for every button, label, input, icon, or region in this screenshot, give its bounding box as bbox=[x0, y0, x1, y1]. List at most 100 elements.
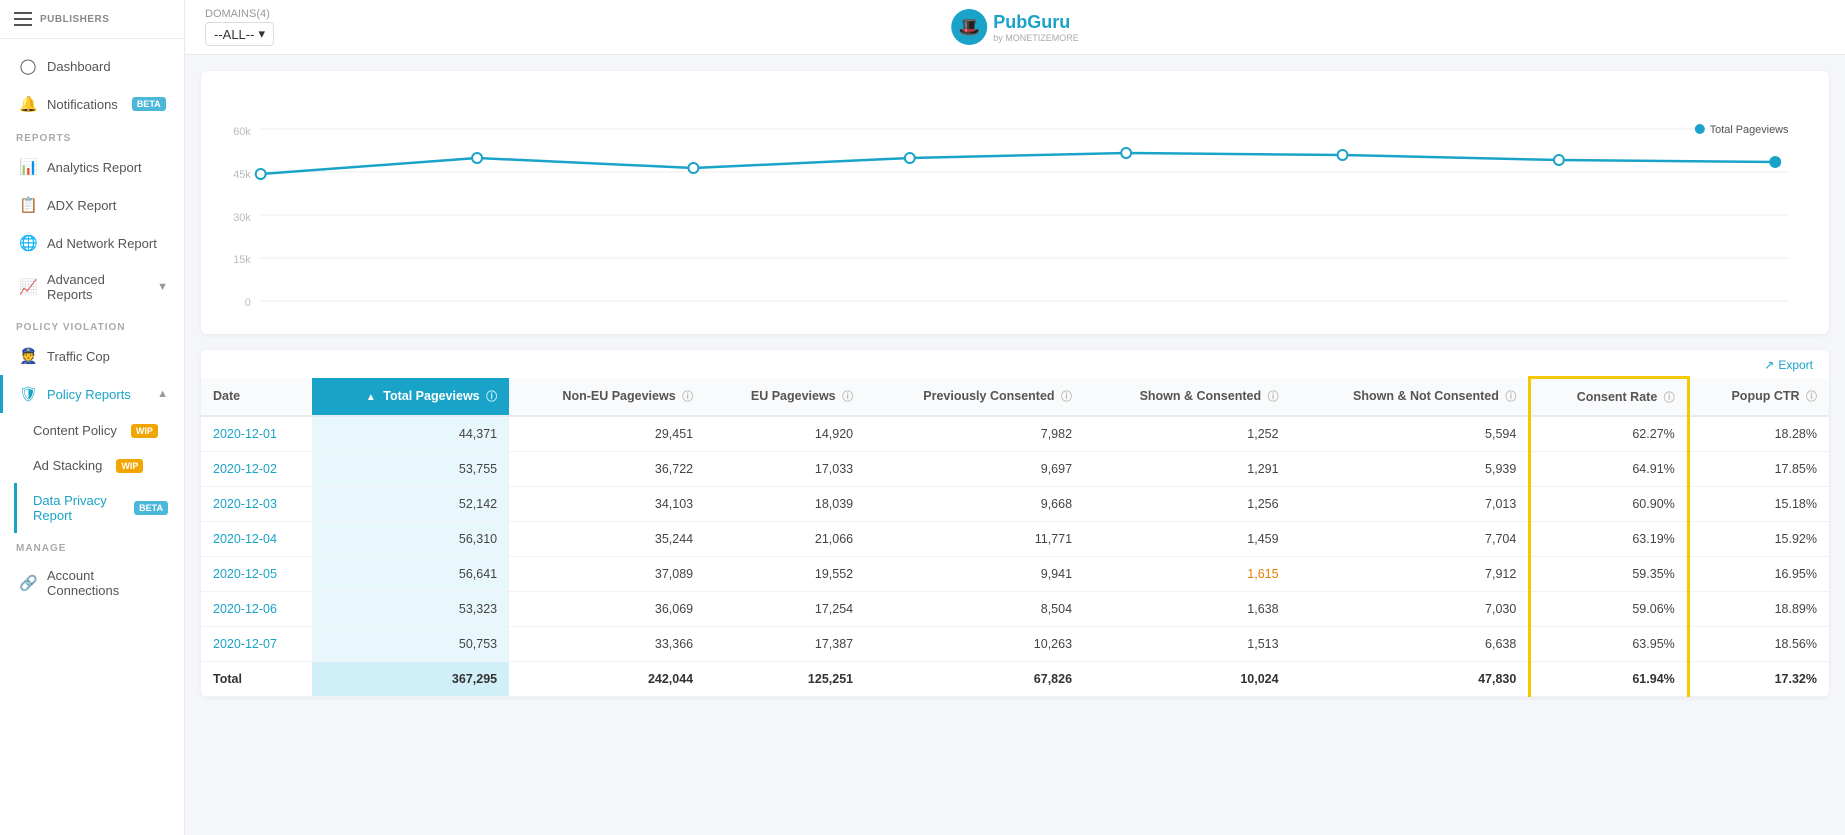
popup-ctr-cell: 15.18% bbox=[1688, 487, 1829, 522]
col-shown-not-consented[interactable]: Shown & Not Consented ⓘ bbox=[1291, 378, 1530, 417]
hamburger-menu[interactable] bbox=[14, 12, 32, 26]
consent-rate-cell: 63.19% bbox=[1530, 522, 1688, 557]
info-icon-4[interactable]: ⓘ bbox=[1061, 391, 1072, 403]
reports-section-label: REPORTS bbox=[0, 123, 184, 148]
logo-sub: by MONETIZEMORE bbox=[993, 33, 1079, 43]
sidebar-item-contentpolicy[interactable]: Content Policy WIP bbox=[14, 413, 184, 448]
bell-icon: 🔔 bbox=[19, 95, 37, 113]
sidebar-item-label: Traffic Cop bbox=[47, 349, 110, 364]
non-eu-cell: 33,366 bbox=[509, 627, 705, 662]
date-col-label: Date bbox=[213, 389, 240, 403]
table-row: 2020-12-0253,75536,72217,0339,6971,2915,… bbox=[201, 452, 1829, 487]
sidebar-item-label: Notifications bbox=[47, 97, 118, 112]
analytics-icon: 📊 bbox=[19, 158, 37, 176]
sidebar-item-accountconn[interactable]: 🔗 Account Connections bbox=[0, 558, 184, 608]
col-consent-rate[interactable]: Consent Rate ⓘ bbox=[1530, 378, 1688, 417]
sidebar-item-adnetwork[interactable]: 🌐 Ad Network Report bbox=[0, 224, 184, 262]
eu-pv-label: EU Pageviews bbox=[751, 389, 836, 403]
total-pv-cell: 50,753 bbox=[312, 627, 509, 662]
total-pv-cell: 56,641 bbox=[312, 557, 509, 592]
prev-consented-cell: 8,504 bbox=[865, 592, 1084, 627]
total-pv-label: Total Pageviews bbox=[383, 389, 479, 403]
col-prev-consented[interactable]: Previously Consented ⓘ bbox=[865, 378, 1084, 417]
topbar: DOMAINS(4) --ALL-- ▾ 🎩 PubGuru by MONETI… bbox=[185, 0, 1845, 55]
shown-not-consented-cell: 6,638 bbox=[1291, 627, 1530, 662]
col-total-pv[interactable]: ▲ Total Pageviews ⓘ bbox=[312, 378, 509, 417]
info-icon[interactable]: ⓘ bbox=[486, 391, 497, 403]
non-eu-cell: 35,244 bbox=[509, 522, 705, 557]
info-icon-8[interactable]: ⓘ bbox=[1806, 391, 1817, 403]
sidebar-item-analytics[interactable]: 📊 Analytics Report bbox=[0, 148, 184, 186]
info-icon-5[interactable]: ⓘ bbox=[1268, 391, 1279, 403]
prev-consented-cell: 9,668 bbox=[865, 487, 1084, 522]
col-shown-consented[interactable]: Shown & Consented ⓘ bbox=[1084, 378, 1291, 417]
info-icon-6[interactable]: ⓘ bbox=[1505, 391, 1516, 403]
sidebar-item-adx[interactable]: 📋 ADX Report bbox=[0, 186, 184, 224]
export-button[interactable]: ↗ Export bbox=[201, 350, 1829, 376]
date-cell: 2020-12-05 bbox=[201, 557, 312, 592]
svg-text:15k: 15k bbox=[233, 254, 251, 266]
date-cell: Total bbox=[201, 662, 312, 697]
total-pv-cell: 56,310 bbox=[312, 522, 509, 557]
eu-pv-cell: 21,066 bbox=[705, 522, 865, 557]
consent-rate-cell: 59.35% bbox=[1530, 557, 1688, 592]
sidebar-item-dashboard[interactable]: ◯ Dashboard bbox=[0, 47, 184, 85]
sidebar-item-label: Analytics Report bbox=[47, 160, 142, 175]
popup-ctr-cell: 17.85% bbox=[1688, 452, 1829, 487]
shown-consented-cell: 1,615 bbox=[1084, 557, 1291, 592]
popup-ctr-cell: 17.32% bbox=[1688, 662, 1829, 697]
non-eu-cell: 34,103 bbox=[509, 487, 705, 522]
info-icon-3[interactable]: ⓘ bbox=[842, 391, 853, 403]
domains-label: DOMAINS(4) bbox=[205, 8, 274, 20]
col-non-eu[interactable]: Non-EU Pageviews ⓘ bbox=[509, 378, 705, 417]
sidebar-item-policyreports[interactable]: 🛡 Policy Reports ▲ bbox=[0, 375, 184, 413]
wip-badge: WIP bbox=[131, 424, 158, 438]
prev-consented-label: Previously Consented bbox=[923, 389, 1054, 403]
eu-pv-cell: 18,039 bbox=[705, 487, 865, 522]
total-pv-cell: 367,295 bbox=[312, 662, 509, 697]
prev-consented-cell: 9,697 bbox=[865, 452, 1084, 487]
info-icon-7[interactable]: ⓘ bbox=[1664, 392, 1675, 404]
shown-not-consented-cell: 7,013 bbox=[1291, 487, 1530, 522]
col-eu-pv[interactable]: EU Pageviews ⓘ bbox=[705, 378, 865, 417]
prev-consented-cell: 11,771 bbox=[865, 522, 1084, 557]
sidebar-item-advanced[interactable]: 📈 Advanced Reports ▼ bbox=[0, 262, 184, 312]
date-cell: 2020-12-07 bbox=[201, 627, 312, 662]
svg-text:30k: 30k bbox=[233, 212, 251, 224]
adnetwork-icon: 🌐 bbox=[19, 234, 37, 252]
table-row: 2020-12-0556,64137,08919,5529,9411,6157,… bbox=[201, 557, 1829, 592]
sidebar-item-adstacking[interactable]: Ad Stacking WIP bbox=[14, 448, 184, 483]
prev-consented-cell: 7,982 bbox=[865, 416, 1084, 452]
total-pv-cell: 53,323 bbox=[312, 592, 509, 627]
data-table-container: ↗ Export Date ▲ Total Pageviews ⓘ bbox=[201, 350, 1829, 697]
export-label: Export bbox=[1778, 358, 1813, 372]
shown-consented-cell: 10,024 bbox=[1084, 662, 1291, 697]
svg-text:45k: 45k bbox=[233, 169, 251, 181]
non-eu-cell: 36,069 bbox=[509, 592, 705, 627]
table-row: 2020-12-0352,14234,10318,0399,6681,2567,… bbox=[201, 487, 1829, 522]
consent-rate-cell: 63.95% bbox=[1530, 627, 1688, 662]
shown-not-consented-cell: 7,912 bbox=[1291, 557, 1530, 592]
table-row: 2020-12-0653,32336,06917,2548,5041,6387,… bbox=[201, 592, 1829, 627]
total-pv-cell: 44,371 bbox=[312, 416, 509, 452]
sidebar-item-trafficcop[interactable]: 👮 Traffic Cop bbox=[0, 337, 184, 375]
eu-pv-cell: 14,920 bbox=[705, 416, 865, 452]
non-eu-label: Non-EU Pageviews bbox=[562, 389, 675, 403]
dashboard-icon: ◯ bbox=[19, 57, 37, 75]
prev-consented-cell: 9,941 bbox=[865, 557, 1084, 592]
sidebar-item-dataprivacy[interactable]: Data Privacy Report BETA bbox=[14, 483, 184, 533]
domain-dropdown[interactable]: --ALL-- ▾ bbox=[205, 22, 274, 46]
shown-not-consented-cell: 7,704 bbox=[1291, 522, 1530, 557]
table-row: Total367,295242,044125,25167,82610,02447… bbox=[201, 662, 1829, 697]
sidebar-item-label: Ad Network Report bbox=[47, 236, 157, 251]
svg-text:60k: 60k bbox=[233, 126, 251, 138]
sidebar-nav: ◯ Dashboard 🔔 Notifications BETA REPORTS… bbox=[0, 39, 184, 835]
popup-ctr-cell: 18.89% bbox=[1688, 592, 1829, 627]
export-icon: ↗ bbox=[1764, 358, 1774, 372]
col-popup-ctr[interactable]: Popup CTR ⓘ bbox=[1688, 378, 1829, 417]
date-cell: 2020-12-01 bbox=[201, 416, 312, 452]
consent-rate-cell: 60.90% bbox=[1530, 487, 1688, 522]
sidebar-item-label: Ad Stacking bbox=[33, 458, 102, 473]
sidebar-item-notifications[interactable]: 🔔 Notifications BETA bbox=[0, 85, 184, 123]
info-icon-2[interactable]: ⓘ bbox=[682, 391, 693, 403]
